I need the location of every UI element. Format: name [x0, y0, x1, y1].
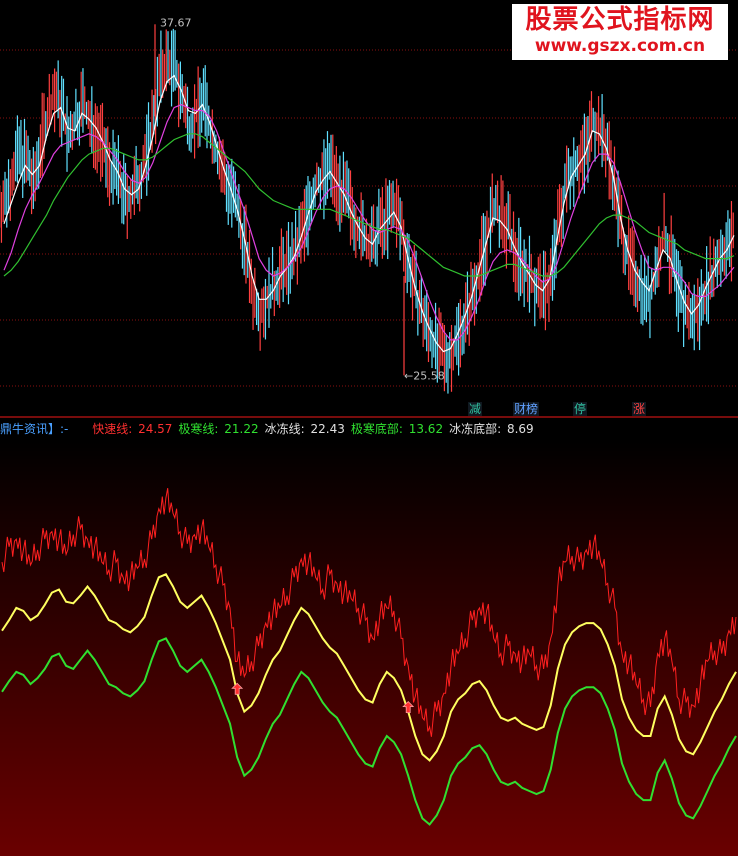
- chart-window: 37.67 ←25.58 减财榜停涨 鼎牛资讯】:- 快速线: 24.57 极寒线…: [0, 0, 738, 856]
- indicator-panel[interactable]: [0, 0, 738, 856]
- watermark-url: www.gszx.com.cn: [534, 36, 706, 56]
- indicator-background: [0, 438, 738, 856]
- watermark-name: 股票公式指标网: [525, 5, 715, 35]
- watermark-logo: 股票公式指标网 www.gszx.com.cn: [512, 4, 728, 60]
